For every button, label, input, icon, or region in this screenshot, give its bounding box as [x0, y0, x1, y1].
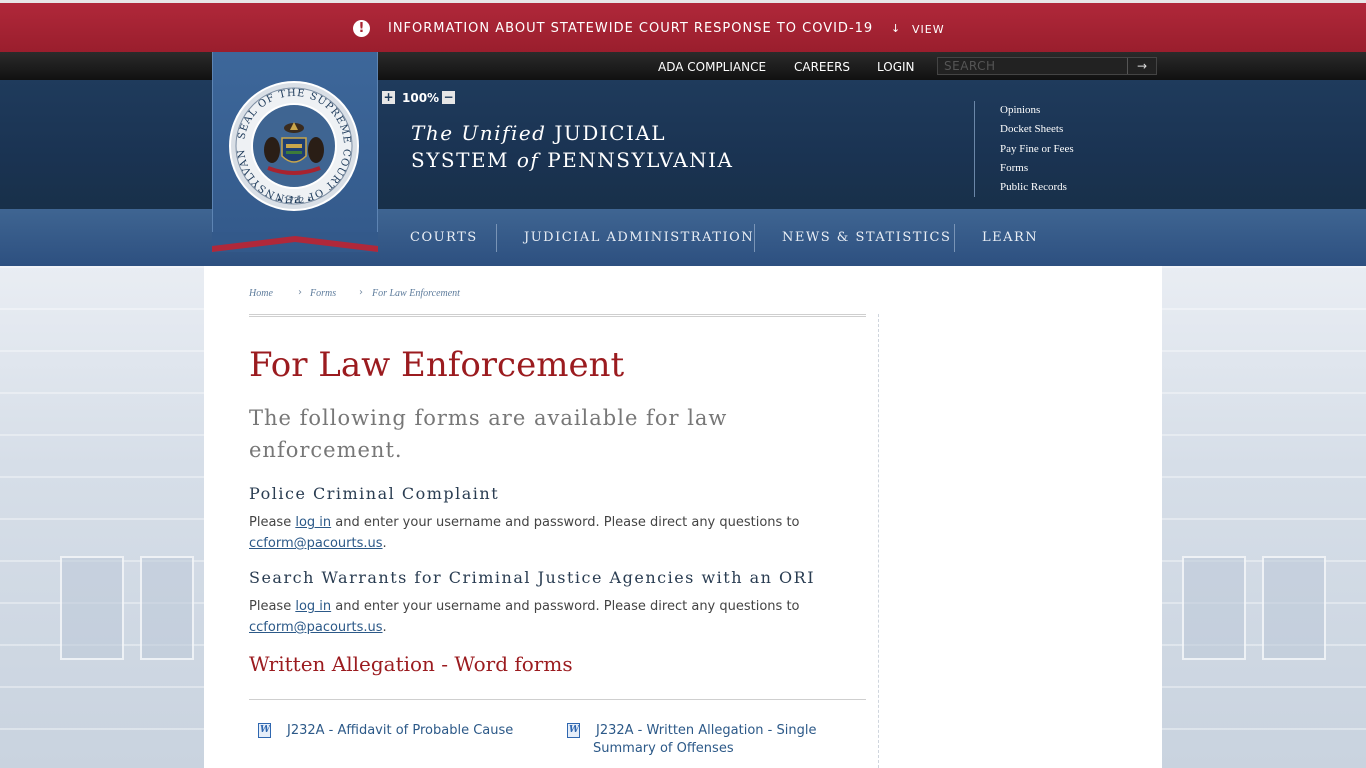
page-lead: The following forms are available for la… — [249, 406, 728, 462]
document-link-written-allegation[interactable]: J232A - Written Allegation - Single Summ… — [593, 722, 843, 758]
breadcrumb-forms[interactable]: Forms — [310, 287, 336, 300]
quick-link-public-records[interactable]: Public Records — [1000, 180, 1067, 194]
login-link[interactable]: log in — [295, 599, 331, 614]
zoom-out-button[interactable]: − — [442, 91, 455, 104]
supreme-court-seal-logo[interactable]: SEAL OF THE SUPREME COURT OF PENNSYLVANI… — [228, 80, 360, 212]
nav-separator — [954, 224, 955, 252]
header-divider — [974, 101, 975, 197]
word-forms-divider — [249, 699, 866, 700]
section-text-police-criminal-complaint: Please log in and enter your username an… — [249, 515, 800, 551]
nav-news-statistics[interactable]: NEWS & STATISTICS — [782, 229, 951, 246]
nav-learn[interactable]: LEARN — [982, 229, 1038, 246]
page-title: For Law Enforcement — [249, 345, 625, 385]
seal-ribbon-tip — [212, 232, 378, 252]
search-submit-arrow-icon[interactable]: → — [1127, 58, 1156, 74]
section-text-search-warrants: Please log in and enter your username an… — [249, 599, 800, 635]
word-document-icon[interactable] — [567, 723, 580, 738]
search-input[interactable] — [938, 58, 1128, 74]
careers-link[interactable]: CAREERS — [794, 60, 850, 74]
alert-text[interactable]: INFORMATION ABOUT STATEWIDE COURT RESPON… — [388, 20, 873, 37]
email-link[interactable]: ccform@pacourts.us — [249, 536, 383, 551]
nav-courts[interactable]: COURTS — [410, 229, 478, 246]
covid-alert-bar[interactable]: ! INFORMATION ABOUT STATEWIDE COURT RESP… — [0, 0, 1366, 52]
site-title-line-2[interactable]: SYSTEM of PENNSYLVANIA — [411, 148, 733, 172]
nav-judicial-administration[interactable]: JUDICIAL ADMINISTRATION — [524, 229, 754, 246]
chevron-right-icon: › — [298, 287, 302, 298]
ada-compliance-link[interactable]: ADA COMPLIANCE — [658, 60, 766, 74]
quick-link-opinions[interactable]: Opinions — [1000, 103, 1040, 117]
section-heading-search-warrants: Search Warrants for Criminal Justice Age… — [249, 568, 816, 587]
background-building-right — [1162, 266, 1366, 768]
nav-separator — [754, 224, 755, 252]
login-link[interactable]: LOGIN — [877, 60, 915, 74]
word-forms-heading: Written Allegation - Word forms — [249, 652, 573, 676]
breadcrumb-home[interactable]: Home — [249, 287, 273, 300]
exclamation-icon: ! — [353, 20, 370, 37]
sidebar-divider — [878, 314, 879, 768]
svg-text:• 1722 •: • 1722 • — [277, 196, 312, 205]
alert-view-link[interactable]: VIEW — [912, 21, 945, 38]
quick-link-pay-fine-or-fees[interactable]: Pay Fine or Fees — [1000, 142, 1074, 156]
site-title-line-1[interactable]: The Unified JUDICIAL — [411, 121, 666, 145]
breadcrumb-current: For Law Enforcement — [372, 288, 460, 299]
zoom-in-button[interactable]: + — [382, 91, 395, 104]
email-link[interactable]: ccform@pacourts.us — [249, 620, 383, 635]
site-header — [0, 80, 1366, 210]
background-building-left — [0, 266, 204, 768]
chevron-right-icon: › — [359, 287, 363, 298]
quick-link-forms[interactable]: Forms — [1000, 161, 1028, 175]
quick-link-docket-sheets[interactable]: Docket Sheets — [1000, 122, 1063, 136]
arrow-down-icon[interactable]: ↓ — [891, 20, 900, 37]
breadcrumb-divider — [249, 314, 866, 317]
nav-separator — [496, 224, 497, 252]
zoom-level: 100% — [402, 91, 440, 105]
search-box: → — [937, 57, 1157, 75]
section-heading-police-criminal-complaint: Police Criminal Complaint — [249, 484, 500, 503]
login-link[interactable]: log in — [295, 515, 331, 530]
word-document-icon[interactable] — [258, 723, 271, 738]
document-link-affidavit[interactable]: J232A - Affidavit of Probable Cause — [287, 722, 513, 740]
